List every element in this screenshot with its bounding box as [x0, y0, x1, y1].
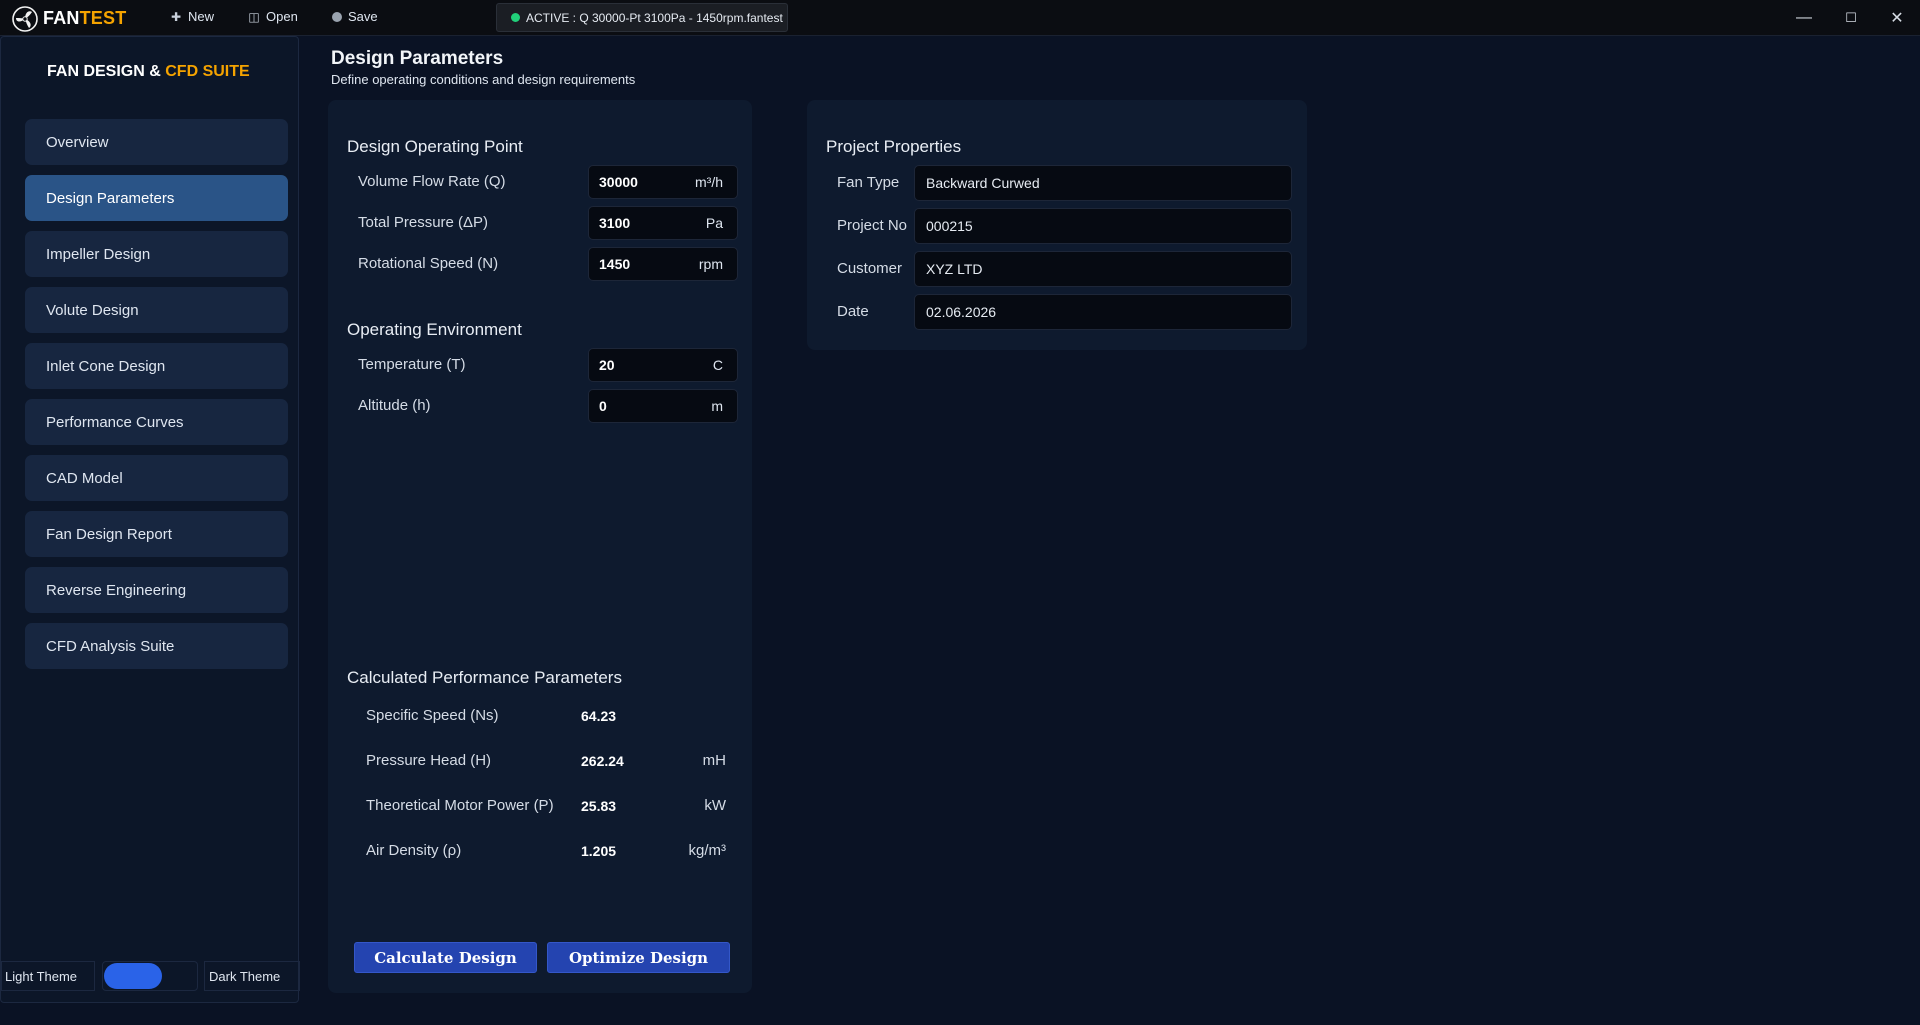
save-label: Save: [348, 9, 378, 24]
air-density-value: 1.205: [581, 843, 617, 859]
pressure-head-unit: mH: [702, 752, 726, 769]
flow-rate-field[interactable]: 30000 m³/h: [588, 165, 738, 199]
status-dot-icon: [511, 13, 520, 22]
fan-logo-icon: [12, 6, 38, 32]
folder-icon: ◫: [248, 9, 260, 24]
close-button[interactable]: ✕: [1877, 4, 1917, 32]
customer-label: Customer: [837, 260, 903, 277]
sidebar-item-design-parameters[interactable]: Design Parameters: [25, 175, 288, 221]
sidebar-item-fan-design-report[interactable]: Fan Design Report: [25, 511, 288, 557]
active-file-label: ACTIVE : Q 30000-Pt 3100Pa - 1450rpm.fan…: [526, 10, 783, 25]
page-subtitle: Define operating conditions and design r…: [331, 72, 636, 87]
flow-rate-unit: m³/h: [695, 174, 723, 190]
suite-title-accent: CFD SUITE: [165, 63, 250, 80]
specific-speed-value: 64.23: [581, 708, 617, 724]
date-label: Date: [837, 303, 869, 320]
motor-power-value: 25.83: [581, 798, 617, 814]
sidebar-item-cad-model[interactable]: CAD Model: [25, 455, 288, 501]
brand-main: FAN: [43, 8, 80, 28]
sidebar-item-performance-curves[interactable]: Performance Curves: [25, 399, 288, 445]
rotational-speed-unit: rpm: [698, 256, 723, 272]
altitude-unit: m: [711, 398, 723, 414]
plus-icon: ✚: [170, 9, 182, 24]
date-field[interactable]: 02.06.2026: [914, 294, 1292, 330]
altitude-value: 0: [599, 398, 607, 414]
save-icon: [332, 11, 342, 22]
save-button[interactable]: Save: [332, 9, 378, 24]
temperature-unit: C: [712, 357, 723, 373]
air-density-unit: kg/m³: [688, 842, 727, 859]
operating-point-title: Design Operating Point: [347, 137, 523, 156]
project-no-label: Project No: [837, 217, 908, 234]
sidebar-item-overview[interactable]: Overview: [25, 119, 288, 165]
calculate-design-button[interactable]: Calculate Design: [354, 942, 537, 973]
total-pressure-label: Total Pressure (ΔP): [358, 214, 489, 231]
theme-toggle[interactable]: [102, 961, 198, 991]
maximize-button[interactable]: ☐: [1831, 4, 1871, 32]
temperature-label: Temperature (T): [358, 356, 466, 373]
project-no-field[interactable]: 000215: [914, 208, 1292, 244]
new-label: New: [188, 9, 215, 24]
customer-field[interactable]: XYZ LTD: [914, 251, 1292, 287]
flow-rate-value: 30000: [599, 174, 638, 190]
pressure-head-label: Pressure Head (H): [366, 752, 492, 769]
rotational-speed-field[interactable]: 1450 rpm: [588, 247, 738, 281]
sidebar: FAN DESIGN & CFD SUITE Overview Design P…: [0, 36, 300, 1003]
motor-power-label: Theoretical Motor Power (P): [366, 797, 554, 814]
total-pressure-unit: Pa: [705, 215, 723, 231]
specific-speed-label: Specific Speed (Ns): [366, 707, 499, 724]
new-button[interactable]: ✚ New: [170, 9, 214, 24]
total-pressure-field[interactable]: 3100 Pa: [588, 206, 738, 240]
calculated-params-title: Calculated Performance Parameters: [347, 668, 622, 687]
temperature-field[interactable]: 20 C: [588, 348, 738, 382]
sidebar-item-volute-design[interactable]: Volute Design: [25, 287, 288, 333]
active-file-indicator: ACTIVE : Q 30000-Pt 3100Pa - 1450rpm.fan…: [496, 3, 788, 32]
sidebar-item-cfd-analysis-suite[interactable]: CFD Analysis Suite: [25, 623, 288, 669]
minimize-button[interactable]: —: [1784, 4, 1824, 32]
motor-power-unit: kW: [704, 797, 726, 814]
suite-title: FAN DESIGN & CFD SUITE: [47, 63, 250, 81]
page-title: Design Parameters: [331, 48, 504, 69]
air-density-label: Air Density (ρ): [366, 842, 462, 859]
altitude-label: Altitude (h): [358, 397, 431, 414]
project-properties-title: Project Properties: [826, 137, 962, 156]
altitude-field[interactable]: 0 m: [588, 389, 738, 423]
sidebar-item-reverse-engineering[interactable]: Reverse Engineering: [25, 567, 288, 613]
open-button[interactable]: ◫ Open: [248, 9, 298, 24]
title-bar: FANTEST ✚ New ◫ Open Save ACTIVE : Q 300…: [0, 0, 1920, 36]
open-label: Open: [266, 9, 298, 24]
sidebar-item-inlet-cone-design[interactable]: Inlet Cone Design: [25, 343, 288, 389]
toggle-knob: [104, 963, 162, 989]
rotational-speed-value: 1450: [599, 256, 631, 272]
light-theme-label[interactable]: Light Theme: [1, 961, 95, 991]
dark-theme-label[interactable]: Dark Theme: [204, 961, 300, 991]
sidebar-item-impeller-design[interactable]: Impeller Design: [25, 231, 288, 277]
total-pressure-value: 3100: [599, 215, 631, 231]
brand-accent: TEST: [79, 8, 127, 28]
suite-title-main: FAN DESIGN &: [47, 63, 166, 80]
rotational-speed-label: Rotational Speed (N): [358, 255, 499, 272]
fan-type-label: Fan Type: [837, 174, 900, 191]
optimize-design-button[interactable]: Optimize Design: [547, 942, 730, 973]
fan-type-field[interactable]: Backward Curwed: [914, 165, 1292, 201]
temperature-value: 20: [599, 357, 615, 373]
flow-rate-label: Volume Flow Rate (Q): [358, 173, 506, 190]
theme-switcher: Light Theme Dark Theme: [1, 961, 300, 993]
pressure-head-value: 262.24: [581, 753, 624, 769]
app-brand: FANTEST: [43, 8, 126, 29]
operating-environment-title: Operating Environment: [347, 320, 522, 339]
